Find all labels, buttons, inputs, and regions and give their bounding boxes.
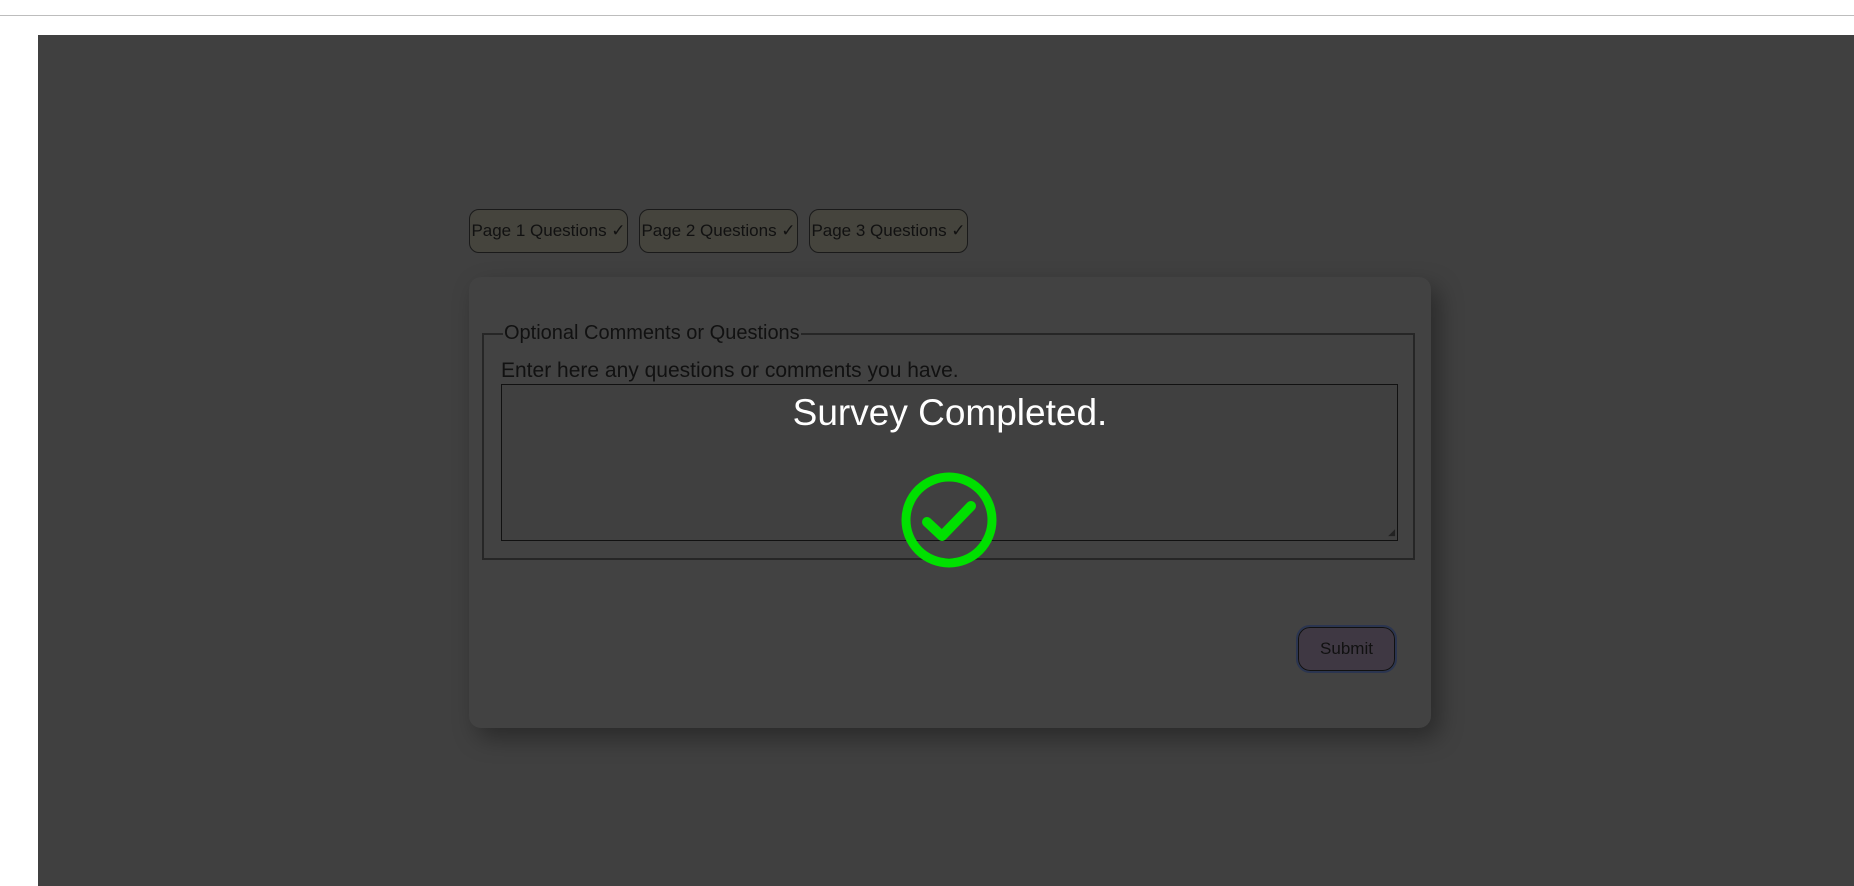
submit-button[interactable]: Submit [1296, 625, 1397, 673]
tab-page-2[interactable]: Page 2 Questions ✓ [639, 209, 798, 253]
fieldset-legend: Optional Comments or Questions [503, 322, 801, 345]
resize-grip-icon[interactable]: ◢ [1388, 527, 1395, 538]
tab-page-3[interactable]: Page 3 Questions ✓ [809, 209, 968, 253]
comments-label: Enter here any questions or comments you… [501, 359, 959, 382]
check-circle-icon [901, 472, 997, 568]
browser-toolbar [0, 0, 1854, 16]
survey-completed-message: Survey Completed. [792, 392, 1108, 433]
tab-page-1[interactable]: Page 1 Questions ✓ [469, 209, 628, 253]
